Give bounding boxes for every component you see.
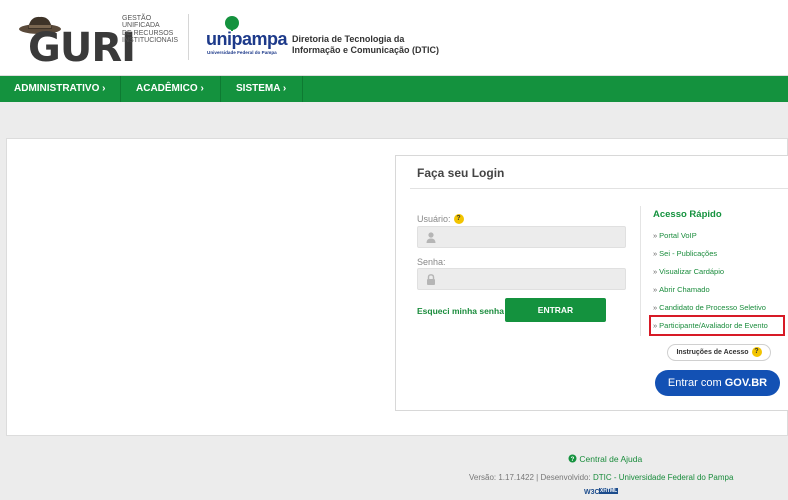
help-center-link[interactable]: ? Central de Ajuda (568, 454, 642, 464)
lock-icon (427, 274, 435, 285)
nav-item-sistema[interactable]: SISTEMA › (236, 76, 286, 102)
help-icon: ? (751, 347, 762, 357)
w3c-xhtml-badge[interactable]: W3C XHTML (584, 488, 619, 500)
unipampa-logo-text: unipampa (206, 29, 288, 49)
user-input[interactable] (417, 226, 626, 248)
gov-br-brand: GOV.BR (724, 377, 768, 389)
help-center-icon: ? (568, 454, 577, 463)
arrow-icon: » (653, 249, 658, 258)
user-label: Usuário:? (417, 214, 464, 224)
nav-divider (220, 76, 221, 102)
main-nav: ADMINISTRATIVO › ACADÊMICO › SISTEMA › (0, 76, 788, 102)
quick-access-title: Acesso Rápido (653, 209, 722, 220)
arrow-icon: » (653, 303, 658, 312)
quick-link-sei-publicacoes[interactable]: » Sei - Publicações (653, 249, 717, 258)
dtic-title: Diretoria de Tecnologia da Informação e … (292, 34, 440, 55)
page-header: GURI GESTÃO UNIFICADA DE RECURSOS INSTIT… (0, 0, 788, 76)
unipampa-subtitle: Universidade Federal do Pampa (207, 50, 277, 55)
svg-text:?: ? (571, 457, 575, 463)
access-instructions-button[interactable]: Instruções de Acesso? (667, 344, 771, 361)
nav-divider (302, 76, 303, 102)
login-title: Faça seu Login (417, 166, 505, 180)
login-title-divider (410, 188, 788, 189)
nav-divider (120, 76, 121, 102)
arrow-icon: » (653, 267, 658, 276)
password-input[interactable] (417, 268, 626, 290)
guri-logo-text: GURI (28, 25, 136, 71)
quick-access-divider (640, 206, 641, 336)
gov-br-login-button[interactable]: Entrar com GOV.BR (655, 370, 780, 396)
quick-link-portal-voip[interactable]: » Portal VoIP (653, 231, 697, 240)
nav-item-administrativo[interactable]: ADMINISTRATIVO › (14, 76, 105, 102)
login-submit-button[interactable]: ENTRAR (505, 298, 606, 322)
quick-link-visualizar-cardapio[interactable]: » Visualizar Cardápio (653, 267, 724, 276)
arrow-icon: » (653, 285, 658, 294)
header-divider (188, 14, 189, 60)
password-label: Senha: (417, 257, 446, 267)
arrow-icon: » (653, 231, 658, 240)
user-icon (426, 232, 436, 243)
guri-logo[interactable]: GURI (12, 12, 136, 70)
forgot-password-link[interactable]: Esqueci minha senha (417, 306, 504, 316)
nav-item-academico[interactable]: ACADÊMICO › (136, 76, 204, 102)
quick-link-abrir-chamado[interactable]: » Abrir Chamado (653, 285, 710, 294)
quick-link-candidato-processo-seletivo[interactable]: » Candidato de Processo Seletivo (653, 303, 766, 312)
highlight-box (649, 315, 785, 336)
version-info: Versão: 1.17.1422 | Desenvolvido: DTIC -… (469, 473, 734, 482)
guri-subtitle: GESTÃO UNIFICADA DE RECURSOS INSTITUCION… (122, 15, 179, 45)
dtic-footer-link[interactable]: DTIC - Universidade Federal do Pampa (593, 473, 734, 482)
help-icon[interactable]: ? (453, 214, 464, 224)
